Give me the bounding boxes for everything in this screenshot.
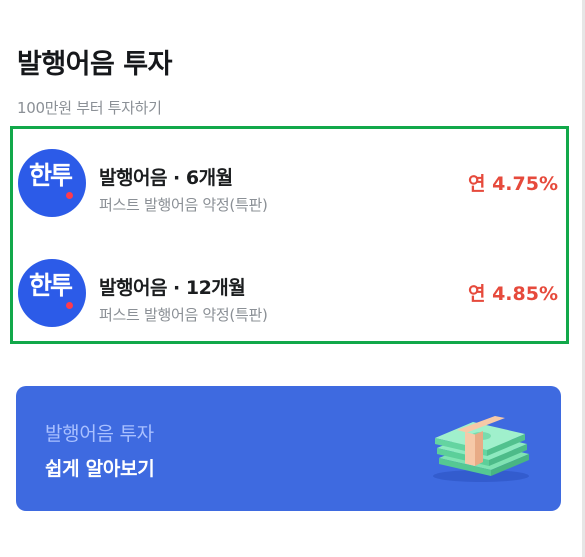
product-rate: 연 4.75% bbox=[467, 173, 558, 195]
guide-banner-subtitle: 발행어음 투자 bbox=[45, 423, 154, 445]
hantu-logo-icon: 한투 bbox=[18, 259, 86, 327]
logo-dot bbox=[66, 302, 73, 309]
product-item-6-month[interactable]: 한투 발행어음 · 6개월 퍼스트 발행어음 약정(특판) 연 4.75% bbox=[18, 149, 558, 219]
product-description: 퍼스트 발행어음 약정(특판) bbox=[99, 306, 268, 324]
product-name: 발행어음 · 12개월 bbox=[99, 277, 246, 299]
page-title: 발행어음 투자 bbox=[17, 49, 172, 80]
logo-text: 한투 bbox=[29, 161, 73, 190]
product-description: 퍼스트 발행어음 약정(특판) bbox=[99, 196, 268, 214]
logo-text: 한투 bbox=[29, 271, 73, 300]
product-list: 한투 발행어음 · 6개월 퍼스트 발행어음 약정(특판) 연 4.75% 한투… bbox=[10, 126, 569, 344]
logo-dot bbox=[66, 192, 73, 199]
hantu-logo-icon: 한투 bbox=[18, 149, 86, 217]
guide-banner-button[interactable]: 발행어음 투자 쉽게 알아보기 bbox=[16, 386, 561, 511]
guide-banner-title: 쉽게 알아보기 bbox=[45, 458, 155, 480]
section-header: 발행어음 투자 100만원 부터 투자하기 bbox=[17, 42, 172, 118]
product-rate: 연 4.85% bbox=[467, 283, 558, 305]
money-stack-icon bbox=[433, 416, 529, 482]
page-subtitle: 100만원 부터 투자하기 bbox=[17, 99, 162, 117]
product-item-12-month[interactable]: 한투 발행어음 · 12개월 퍼스트 발행어음 약정(특판) 연 4.85% bbox=[18, 259, 558, 329]
product-name: 발행어음 · 6개월 bbox=[99, 167, 233, 189]
